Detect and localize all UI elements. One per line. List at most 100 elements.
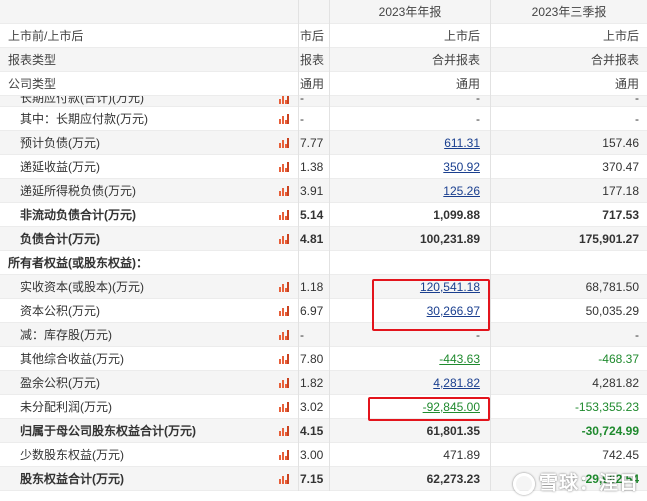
row-cell: - [329, 96, 490, 107]
header-col0 [298, 0, 329, 24]
bar-chart-icon[interactable] [279, 449, 289, 460]
row-cell-col0: 4.15 [298, 419, 329, 443]
meta-cell: 报表 [298, 48, 329, 72]
value-link[interactable]: 611.31 [444, 136, 480, 150]
row-label: 预计负债(万元) [20, 136, 100, 150]
row-chart-button[interactable] [270, 347, 298, 371]
value-link[interactable]: 4,281.82 [433, 376, 480, 390]
table-row: 递延收益(万元) 1.38 350.92 370.47 [0, 155, 647, 179]
row-cell-col2: -30,724.99 [490, 419, 647, 443]
row-cell-col1: 471.89 [329, 443, 490, 467]
table-row: 减：库存股(万元) - - - [0, 323, 647, 347]
row-cell-col1: 611.31 [329, 131, 490, 155]
row-chart-button[interactable] [270, 179, 298, 203]
meta-cell: 合并报表 [490, 48, 647, 72]
bar-chart-icon[interactable] [279, 281, 289, 292]
meta-row-company-type: 公司类型 通用 通用 通用 [0, 72, 647, 96]
value-link[interactable]: 125.26 [443, 184, 480, 198]
row-chart-button[interactable] [270, 107, 298, 131]
row-chart-button[interactable] [270, 395, 298, 419]
table-row: 负债合计(万元) 4.81 100,231.89 175,901.27 [0, 227, 647, 251]
row-label: 递延所得税负债(万元) [20, 184, 136, 198]
row-label: 资本公积(万元) [20, 304, 100, 318]
row-cell-col0: 6.97 [298, 299, 329, 323]
row-label: 少数股东权益(万元) [20, 448, 124, 462]
row-chart-button[interactable] [270, 323, 298, 347]
value-link[interactable]: -443.63 [439, 352, 480, 366]
table-row: 预计负债(万元) 7.77 611.31 157.46 [0, 131, 647, 155]
row-cell-col2: 68,781.50 [490, 275, 647, 299]
row-label: 股东权益合计(万元) [20, 472, 124, 486]
row-cell-col2 [490, 251, 647, 275]
bar-chart-icon[interactable] [279, 209, 289, 220]
bar-chart-icon[interactable] [279, 329, 289, 340]
bar-chart-icon[interactable] [279, 113, 289, 124]
row-chart-button[interactable] [270, 131, 298, 155]
row-cell-col0: 5.14 [298, 203, 329, 227]
bar-chart-icon[interactable] [279, 377, 289, 388]
section-header-row: 所有者权益(或股东权益)： [0, 251, 647, 275]
row-label: 未分配利润(万元) [20, 400, 112, 414]
row-cell: - [298, 96, 329, 107]
row-cell-col2: 717.53 [490, 203, 647, 227]
row-cell-col0: - [298, 323, 329, 347]
meta-row-listing: 上市前/上市后 市后 上市后 上市后 [0, 24, 647, 48]
bar-chart-icon[interactable] [279, 353, 289, 364]
bar-chart-icon[interactable] [279, 473, 289, 484]
table-row-partial: 长期应付款(合计)(万元) - - - [0, 96, 647, 107]
header-row: 2023年年报 2023年三季报 [0, 0, 647, 24]
row-chart-button[interactable] [270, 299, 298, 323]
row-label: 归属于母公司股东权益合计(万元) [20, 424, 196, 438]
row-cell-col1: 350.92 [329, 155, 490, 179]
bar-chart-icon[interactable] [279, 425, 289, 436]
row-cell-col2: 742.45 [490, 443, 647, 467]
header-period-2023-q3[interactable]: 2023年三季报 [490, 0, 647, 24]
row-cell-col2: 157.46 [490, 131, 647, 155]
meta-cell: 上市后 [490, 24, 647, 48]
row-cell-col0: 7.80 [298, 347, 329, 371]
value-link[interactable]: 350.92 [443, 160, 480, 174]
meta-cell: 市后 [298, 24, 329, 48]
bar-chart-icon[interactable] [279, 185, 289, 196]
row-label: 其中：长期应付款(万元) [20, 112, 148, 126]
row-chart-button[interactable] [270, 419, 298, 443]
row-label: 长期应付款(合计)(万元) [20, 96, 144, 105]
row-cell-col0: 3.00 [298, 443, 329, 467]
table-row: 非流动负债合计(万元) 5.14 1,099.88 717.53 [0, 203, 647, 227]
row-cell-col1: 4,281.82 [329, 371, 490, 395]
row-cell-col2: - [490, 323, 647, 347]
row-label: 实收资本(或股本)(万元) [20, 280, 144, 294]
meta-cell: 通用 [490, 72, 647, 96]
table-row: 递延所得税负债(万元) 3.91 125.26 177.18 [0, 179, 647, 203]
bar-chart-icon[interactable] [279, 161, 289, 172]
row-cell-col0: 1.18 [298, 275, 329, 299]
bar-chart-icon[interactable] [279, 305, 289, 316]
row-cell-col2: 175,901.27 [490, 227, 647, 251]
row-cell-col0: 1.38 [298, 155, 329, 179]
row-chart-button[interactable] [270, 275, 298, 299]
meta-cell: 上市后 [329, 24, 490, 48]
row-chart-button[interactable] [270, 227, 298, 251]
bar-chart-icon[interactable] [279, 401, 289, 412]
row-cell-col1: 62,273.23 [329, 467, 490, 491]
row-label: 盈余公积(万元) [20, 376, 100, 390]
row-label: 减：库存股(万元) [20, 328, 112, 342]
bar-chart-icon[interactable] [279, 233, 289, 244]
header-period-2023-annual[interactable]: 2023年年报 [329, 0, 490, 24]
row-cell-col2: -468.37 [490, 347, 647, 371]
row-chart-button[interactable] [270, 371, 298, 395]
bar-chart-icon[interactable] [279, 137, 289, 148]
row-cell-col2: 177.18 [490, 179, 647, 203]
row-cell-col1: 1,099.88 [329, 203, 490, 227]
meta-cell: 通用 [298, 72, 329, 96]
row-cell-col0: - [298, 107, 329, 131]
row-cell-col1: 100,231.89 [329, 227, 490, 251]
row-chart-button[interactable] [270, 155, 298, 179]
bar-chart-icon[interactable] [279, 96, 289, 104]
row-chart-button[interactable] [270, 467, 298, 491]
table-row: 其他综合收益(万元) 7.80 -443.63 -468.37 [0, 347, 647, 371]
balance-sheet-table: 2023年年报 2023年三季报 上市前/上市后 市后 上市后 上市后 报表类型… [0, 0, 647, 491]
row-cell-col0: 4.81 [298, 227, 329, 251]
row-chart-button[interactable] [270, 203, 298, 227]
row-chart-button[interactable] [270, 443, 298, 467]
